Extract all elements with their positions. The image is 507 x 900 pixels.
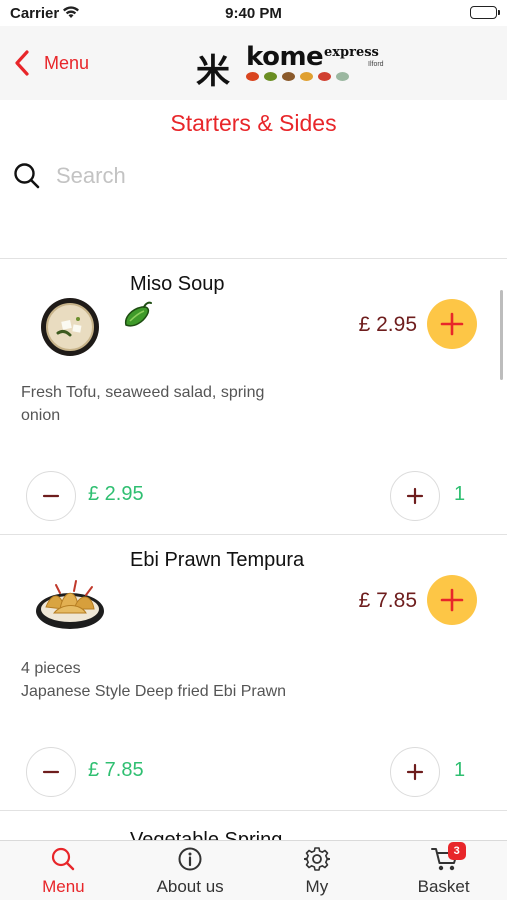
item-price: £ 7.85 <box>358 589 417 612</box>
logo-dish-icons <box>246 72 349 81</box>
add-to-basket-button[interactable] <box>427 299 477 349</box>
search-icon <box>50 846 76 872</box>
increase-quantity-button[interactable] <box>390 471 440 521</box>
item-description: 4 pieces Japanese Style Deep fried Ebi P… <box>21 660 287 700</box>
tab-my[interactable]: My <box>254 841 381 900</box>
item-name: Ebi Prawn Tempura <box>130 549 305 571</box>
menu-item: Miso Soup £ 2.95 Fresh Tofu, seaweed sal… <box>0 259 507 535</box>
tab-label: About us <box>156 877 224 896</box>
tab-menu[interactable]: Menu <box>0 841 127 900</box>
decrease-quantity-button[interactable] <box>26 747 76 797</box>
scrollbar[interactable] <box>500 290 503 380</box>
quantity-stepper: £ 7.85 1 <box>0 747 507 797</box>
tab-bar: Menu About us My 3 Basket <box>0 840 507 900</box>
navigation-bar: Menu 米 kome express Ilford <box>0 26 507 100</box>
cart-icon: 3 <box>430 842 466 872</box>
plus-icon <box>440 588 464 612</box>
add-to-basket-button[interactable] <box>427 575 477 625</box>
quantity-stepper: £ 2.95 1 <box>0 471 507 521</box>
item-name: Vegetable Spring <box>130 829 283 840</box>
back-button[interactable]: Menu <box>14 46 89 80</box>
back-button-label: Menu <box>44 52 90 73</box>
item-name: Miso Soup <box>130 273 225 295</box>
plus-icon <box>406 487 424 505</box>
menu-item: Ebi Prawn Tempura £ 7.85 4 pieces Japane… <box>0 535 507 811</box>
basket-count-badge: 3 <box>447 842 466 860</box>
minus-icon <box>42 494 60 498</box>
clock: 9:40 PM <box>225 5 282 22</box>
tab-label: My <box>305 877 329 896</box>
gear-icon <box>303 846 331 872</box>
green-pepper-icon <box>120 301 154 331</box>
tab-basket[interactable]: 3 Basket <box>380 841 507 900</box>
chevron-left-icon <box>14 46 44 80</box>
search-input[interactable] <box>56 163 456 189</box>
tab-label: Menu <box>42 877 85 896</box>
search-bar <box>12 156 492 196</box>
status-bar: Carrier 9:40 PM <box>0 0 507 26</box>
increase-quantity-button[interactable] <box>390 747 440 797</box>
decrease-quantity-button[interactable] <box>26 471 76 521</box>
plus-icon <box>406 763 424 781</box>
quantity-value: 1 <box>454 483 466 505</box>
minus-icon <box>42 770 60 774</box>
miso-soup-image <box>34 291 106 363</box>
item-description: Fresh Tofu, seaweed salad, spring onion <box>21 384 265 424</box>
battery-icon <box>470 6 500 19</box>
plus-icon <box>440 312 464 336</box>
list-divider <box>0 810 507 811</box>
line-total: £ 7.85 <box>88 759 144 781</box>
prawn-tempura-image <box>34 567 106 639</box>
restaurant-logo: 米 kome express Ilford <box>196 42 384 92</box>
line-total: £ 2.95 <box>88 483 144 505</box>
search-icon <box>12 161 42 191</box>
tab-label: Basket <box>417 877 470 896</box>
tab-about-us[interactable]: About us <box>127 841 254 900</box>
page-title: Starters & Sides <box>170 110 337 136</box>
item-price: £ 2.95 <box>358 313 417 336</box>
info-icon <box>177 846 203 872</box>
quantity-value: 1 <box>454 759 466 781</box>
